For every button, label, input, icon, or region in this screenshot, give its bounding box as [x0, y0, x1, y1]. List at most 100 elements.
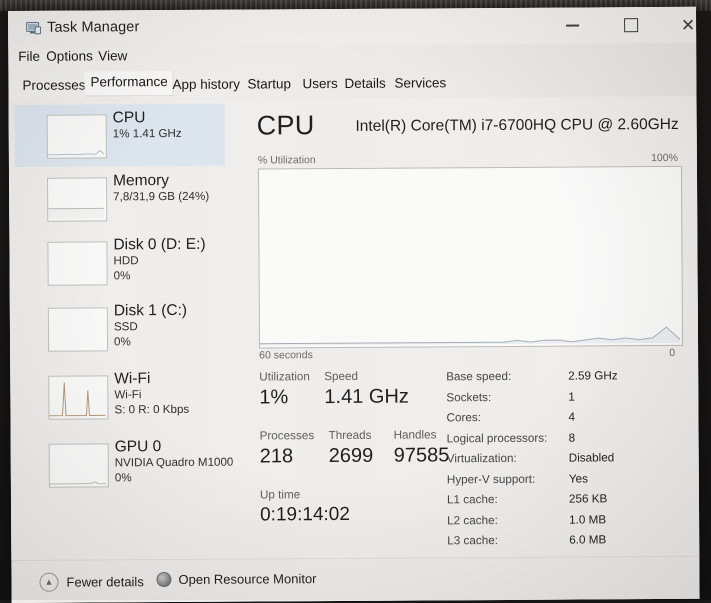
spec-hyperv-key: Hyper-V support: — [447, 472, 535, 486]
tab-startup[interactable]: Startup — [241, 73, 297, 95]
spec-base-speed-value: 2.59 GHz — [568, 369, 617, 382]
stat-threads: Threads 2699 — [329, 428, 374, 469]
stat-utilization-value: 1% — [259, 384, 310, 410]
chart-y-axis-label: % Utilization — [258, 154, 316, 166]
spec-row: Base speed: 2.59 GHz — [446, 369, 692, 391]
sidebar-gpu0-pct: 0% — [115, 470, 233, 485]
sidebar-item-disk-0[interactable]: Disk 0 (D: E:) HDD 0% — [15, 231, 225, 294]
wifi-thumbnail-graph — [48, 375, 108, 419]
spec-row: L1 cache: 256 KB — [447, 492, 693, 514]
tab-app-history[interactable]: App history — [166, 74, 246, 96]
tab-services[interactable]: Services — [388, 72, 452, 94]
close-button[interactable]: ✕ — [666, 11, 700, 39]
spec-l1-cache-key: L1 cache: — [447, 493, 498, 506]
window-title: Task Manager — [47, 19, 139, 36]
sidebar-memory-sub: 7,8/31,9 GB (24%) — [113, 190, 231, 205]
stat-handles: Handles 97585 — [394, 427, 450, 468]
sidebar-item-gpu-0[interactable]: GPU 0 NVIDIA Quadro M1000M 0% — [17, 433, 227, 496]
stat-threads-value: 2699 — [329, 443, 374, 469]
stat-utilization: Utilization 1% — [259, 369, 310, 410]
stat-handles-value: 97585 — [394, 442, 450, 468]
stat-processes-label: Processes — [260, 428, 315, 443]
cpu-utilization-chart[interactable] — [258, 166, 683, 349]
sidebar-cpu-title: CPU — [113, 108, 231, 128]
sidebar-disk0-pct: 0% — [114, 268, 232, 283]
tab-processes[interactable]: Processes — [16, 74, 91, 96]
spec-logical-processors-key: Logical processors: — [447, 431, 548, 445]
chevron-up-icon: ▲ — [39, 573, 58, 592]
disk1-thumbnail-graph — [48, 307, 108, 351]
memory-thumbnail-graph — [47, 177, 107, 221]
maximize-icon — [624, 18, 638, 32]
tab-details[interactable]: Details — [338, 73, 391, 95]
sidebar-item-wifi[interactable]: Wi-Fi Wi-Fi S: 0 R: 0 Kbps — [16, 365, 226, 428]
spec-row: L3 cache: 6.0 MB — [447, 533, 693, 555]
stat-speed: Speed 1.41 GHz — [324, 369, 409, 411]
spec-row: Sockets: 1 — [446, 389, 692, 411]
task-manager-window: Task Manager ✕ File Options View Process… — [8, 7, 700, 603]
stat-utilization-label: Utilization — [259, 369, 310, 384]
sidebar-disk1-sub: SSD — [114, 320, 232, 335]
stat-processes: Processes 218 — [260, 428, 315, 469]
spec-row: L2 cache: 1.0 MB — [447, 512, 693, 534]
stat-processes-value: 218 — [260, 443, 315, 469]
spec-l1-cache-value: 256 KB — [569, 492, 607, 505]
spec-row: Cores: 4 — [446, 410, 692, 432]
minimize-icon — [566, 25, 579, 27]
fewer-details-button[interactable]: ▲ Fewer details — [39, 572, 143, 592]
menu-options[interactable]: Options — [46, 48, 93, 63]
sidebar-item-cpu[interactable]: CPU 1% 1.41 GHz — [15, 104, 225, 167]
minimize-button[interactable] — [550, 11, 594, 39]
disk0-thumbnail-graph — [47, 241, 107, 285]
title-bar: Task Manager ✕ — [8, 7, 696, 47]
spec-cores-key: Cores: — [446, 411, 481, 424]
sidebar-disk0-sub: HDD — [113, 254, 231, 269]
stat-speed-label: Speed — [324, 369, 409, 385]
status-bar: ▲ Fewer details Open Resource Monitor — [11, 556, 699, 603]
cpu-model-label: Intel(R) Core(TM) i7-6700HQ CPU @ 2.60GH… — [355, 116, 678, 136]
spec-sockets-value: 1 — [568, 390, 575, 403]
menu-view[interactable]: View — [98, 48, 127, 63]
gpu0-thumbnail-graph — [49, 443, 109, 487]
sidebar-cpu-sub: 1% 1.41 GHz — [113, 127, 231, 142]
open-resource-monitor-label: Open Resource Monitor — [178, 571, 316, 587]
chart-y-min-label: 0 — [669, 347, 675, 359]
spec-row: Virtualization: Disabled — [447, 451, 693, 473]
sidebar-disk1-pct: 0% — [114, 334, 232, 349]
spec-hyperv-value: Yes — [569, 472, 588, 485]
sidebar-disk1-title: Disk 1 (C:) — [114, 301, 232, 321]
stat-uptime-label: Up time — [260, 487, 350, 503]
content-area: CPU 1% 1.41 GHz Memory 7,8/31,9 GB ( — [9, 96, 700, 560]
tab-users[interactable]: Users — [296, 73, 343, 95]
resource-sidebar: CPU 1% 1.41 GHz Memory 7,8/31,9 GB ( — [9, 99, 232, 560]
sidebar-disk0-title: Disk 0 (D: E:) — [113, 235, 231, 255]
menu-bar: File Options View — [8, 43, 696, 69]
sidebar-gpu0-sub: NVIDIA Quadro M1000M — [115, 456, 233, 471]
menu-file[interactable]: File — [18, 49, 40, 64]
spec-virtualization-value: Disabled — [569, 451, 615, 464]
tab-performance[interactable]: Performance — [84, 71, 173, 97]
spec-virtualization-key: Virtualization: — [447, 452, 517, 465]
sidebar-item-memory[interactable]: Memory 7,8/31,9 GB (24%) — [15, 167, 225, 230]
sidebar-memory-title: Memory — [113, 171, 231, 191]
stat-threads-label: Threads — [329, 428, 374, 443]
fewer-details-label: Fewer details — [66, 574, 143, 589]
cpu-spec-table: Base speed: 2.59 GHz Sockets: 1 Cores: 4… — [446, 369, 693, 555]
spec-sockets-key: Sockets: — [446, 391, 491, 404]
open-resource-monitor-link[interactable]: Open Resource Monitor — [156, 571, 316, 587]
spec-l3-cache-value: 6.0 MB — [569, 533, 606, 546]
spec-base-speed-key: Base speed: — [446, 370, 511, 383]
stat-handles-label: Handles — [394, 427, 450, 442]
spec-cores-value: 4 — [568, 411, 575, 424]
sidebar-wifi-rate: S: 0 R: 0 Kbps — [114, 402, 232, 417]
stat-uptime-value: 0:19:14:02 — [260, 502, 350, 529]
spec-row: Hyper-V support: Yes — [447, 471, 693, 493]
sidebar-item-disk-1[interactable]: Disk 1 (C:) SSD 0% — [16, 297, 226, 360]
sidebar-gpu0-title: GPU 0 — [115, 437, 233, 457]
cpu-detail-pane: CPU Intel(R) Core(TM) i7-6700HQ CPU @ 2.… — [229, 96, 700, 559]
spec-l2-cache-value: 1.0 MB — [569, 513, 606, 526]
spec-row: Logical processors: 8 — [447, 430, 693, 452]
chart-time-range-label: 60 seconds — [259, 349, 313, 361]
maximize-button[interactable] — [609, 11, 653, 39]
spec-l2-cache-key: L2 cache: — [447, 514, 498, 527]
